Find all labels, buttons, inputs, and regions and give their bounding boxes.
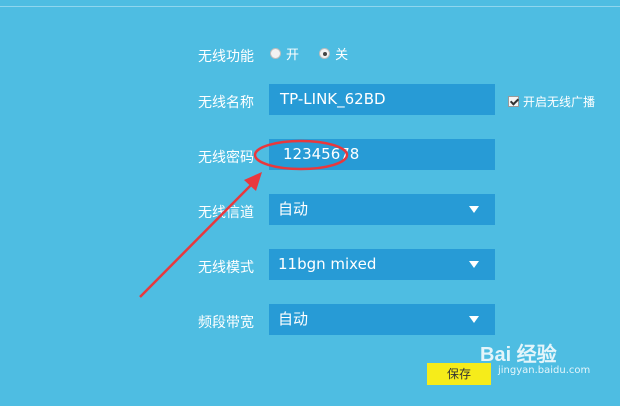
annotation-overlay (139, 139, 349, 298)
annotation-circle (253, 139, 349, 171)
annotation-arrow-line (139, 179, 257, 298)
